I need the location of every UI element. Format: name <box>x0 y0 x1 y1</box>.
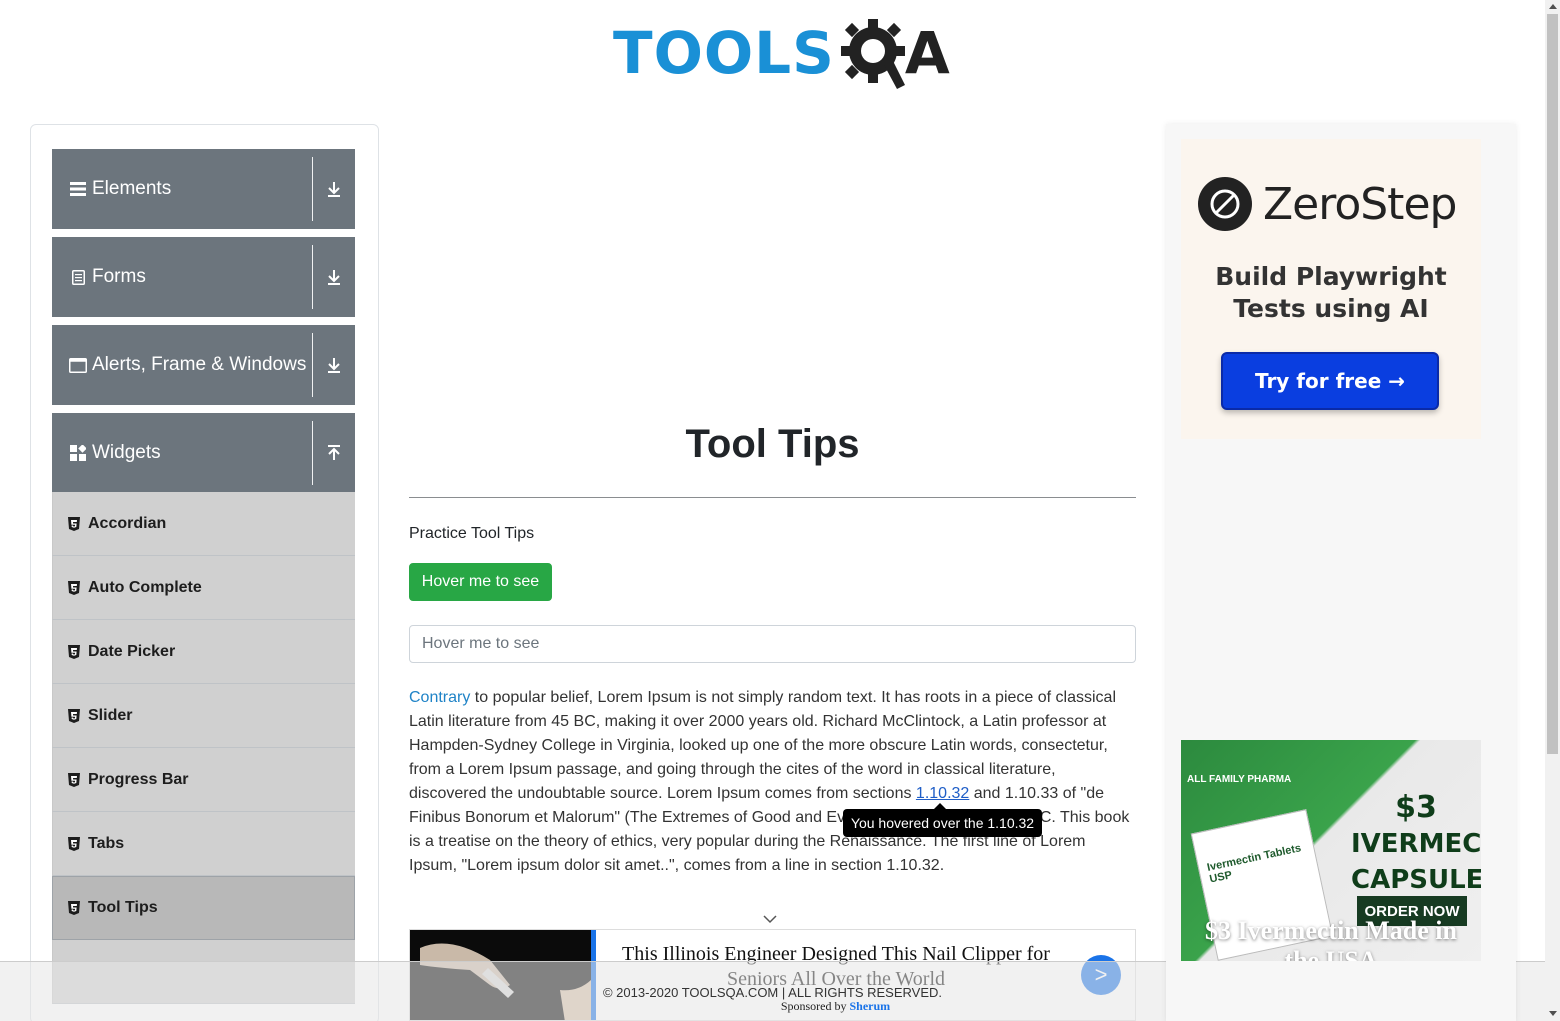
sidebar-item-tabs[interactable]: Tabs <box>52 812 355 876</box>
zerostep-tagline-1: Build Playwright <box>1215 262 1447 291</box>
sidebar-group-widgets[interactable]: Widgets <box>52 413 355 493</box>
sidebar-item-label: Date Picker <box>88 642 176 660</box>
sidebar-items: Accordian Auto Complete Date Picker Slid… <box>52 492 355 1004</box>
logo-qa: A <box>839 15 950 91</box>
sidebar-group-label: Forms <box>92 266 146 287</box>
contrary-link[interactable]: Contrary <box>409 689 470 706</box>
zerostep-ad[interactable]: ZeroStep Build Playwright Tests using AI … <box>1181 139 1481 439</box>
sidebar: Elements Forms Alerts, Frame & Windows W… <box>30 124 379 1021</box>
sidebar-group-alerts[interactable]: Alerts, Frame & Windows <box>52 325 355 405</box>
hamburger-icon <box>69 180 87 198</box>
download-icon[interactable] <box>313 269 355 285</box>
html5-icon <box>68 644 80 659</box>
sidebar-item-label: Accordian <box>88 514 167 532</box>
lorem-paragraph: Contrary to popular belief, Lorem Ipsum … <box>409 686 1136 878</box>
sidebar-item-slider[interactable]: Slider <box>52 684 355 748</box>
html5-icon <box>68 772 80 787</box>
sidebar-item-label: Slider <box>88 706 133 724</box>
zerostep-logo-icon <box>1198 177 1252 231</box>
divider <box>312 245 313 309</box>
sidebar-item-tool-tips[interactable]: Tool Tips <box>52 876 355 940</box>
price-line-3: CAPSULES <box>1351 865 1481 895</box>
zerostep-tagline-2: Tests using AI <box>1233 294 1429 323</box>
logo-tools-text: TOOLS <box>613 19 835 87</box>
sidebar-group-label: Widgets <box>92 442 161 463</box>
widgets-icon <box>69 444 87 462</box>
scrollbar-thumb[interactable] <box>1547 14 1558 754</box>
html5-icon <box>68 516 80 531</box>
zerostep-tagline: Build Playwright Tests using AI <box>1181 261 1481 325</box>
html5-icon <box>68 836 80 851</box>
html5-icon <box>68 708 80 723</box>
zerostep-name: ZeroStep <box>1263 179 1457 230</box>
title-divider <box>409 497 1136 498</box>
toolsqa-logo[interactable]: TOOLS A <box>613 14 950 92</box>
sidebar-item-label: Auto Complete <box>88 578 202 596</box>
tooltip: You hovered over the 1.10.32 <box>843 809 1042 837</box>
document-icon <box>69 268 87 286</box>
price-line-1: $3 <box>1395 790 1437 825</box>
download-icon[interactable] <box>313 181 355 197</box>
sidebar-item-progress-bar[interactable]: Progress Bar <box>52 748 355 812</box>
html5-icon <box>68 580 80 595</box>
gear-icon <box>840 19 905 89</box>
sidebar-group-label: Alerts, Frame & Windows <box>92 354 307 375</box>
price-line-2: IVERMECTIN <box>1351 829 1481 859</box>
ivermectin-price: $3 IVERMECTIN CAPSULES <box>1351 790 1481 898</box>
download-icon[interactable] <box>313 357 355 373</box>
sidebar-item-label: Tool Tips <box>88 899 158 916</box>
practice-heading: Practice Tool Tips <box>409 525 535 542</box>
caption-line-2: the USA <box>1284 946 1378 961</box>
zerostep-cta-button[interactable]: Try for free → <box>1221 352 1439 410</box>
ivermectin-caption: $3 Ivermectin Made in the USA <box>1181 916 1481 961</box>
sidebar-item-label: Tabs <box>88 834 125 852</box>
scroll-up-icon[interactable] <box>1549 4 1557 9</box>
section-link[interactable]: 1.10.32 <box>916 785 969 802</box>
sidebar-group-elements[interactable]: Elements <box>52 149 355 229</box>
product-box-label: Ivermectin Tablets USP <box>1206 842 1303 886</box>
window-icon <box>69 356 87 374</box>
sidebar-group-label: Elements <box>92 178 172 199</box>
sidebar-group-forms[interactable]: Forms <box>52 237 355 317</box>
divider <box>312 421 313 485</box>
logo-a-text: A <box>904 19 950 87</box>
ivermectin-ad[interactable]: ALL FAMILY PHARMA Ivermectin Tablets USP… <box>1181 740 1481 961</box>
sponsor-link[interactable]: Sherum <box>850 999 891 1013</box>
html5-icon <box>68 901 80 915</box>
sidebar-item-auto-complete[interactable]: Auto Complete <box>52 556 355 620</box>
page-scrollbar[interactable] <box>1545 0 1560 1021</box>
divider <box>312 157 313 221</box>
sidebar-item-date-picker[interactable]: Date Picker <box>52 620 355 684</box>
sidebar-item-label: Progress Bar <box>88 770 189 788</box>
upload-icon[interactable] <box>313 445 355 461</box>
tooltip-button[interactable]: Hover me to see <box>409 563 552 601</box>
sidebar-item-accordian[interactable]: Accordian <box>52 492 355 556</box>
divider <box>312 333 313 397</box>
scroll-down-icon[interactable] <box>1549 1011 1557 1016</box>
tooltip-text-field[interactable] <box>409 625 1136 663</box>
page-title: Tool Tips <box>685 422 860 466</box>
pharma-brand: ALL FAMILY PHARMA <box>1187 774 1292 785</box>
chevron-down-icon[interactable] <box>762 914 778 924</box>
caption-line-1: $3 Ivermectin Made in <box>1204 916 1457 945</box>
sponsored-prefix: Sponsored by <box>780 999 850 1013</box>
